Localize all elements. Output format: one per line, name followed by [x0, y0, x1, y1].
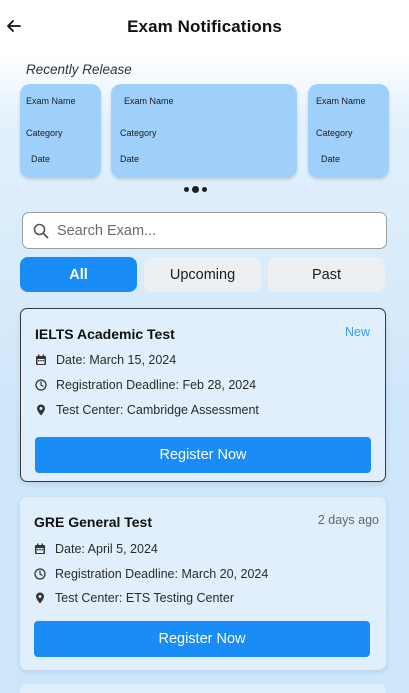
- pagination-dot[interactable]: [202, 187, 207, 192]
- exam-deadline: Registration Deadline: Feb 28, 2024: [56, 378, 257, 392]
- tab-upcoming[interactable]: Upcoming: [144, 257, 261, 292]
- exam-center-row: Test Center: ETS Testing Center: [34, 591, 234, 605]
- exam-date: Date: March 15, 2024: [56, 353, 177, 367]
- posted-time-badge: 2 days ago: [317, 513, 379, 527]
- recent-card-category: Category: [316, 128, 353, 138]
- location-pin-icon: [36, 592, 44, 604]
- search-icon: [33, 223, 49, 238]
- recent-card-date: Date: [31, 154, 51, 164]
- back-button[interactable]: [4, 14, 24, 38]
- exam-card[interactable]: IELTS Academic Test New Date: March 15, …: [20, 308, 386, 482]
- exam-center: Test Center: Cambridge Assessment: [56, 403, 259, 417]
- app-header: Exam Notifications: [0, 0, 409, 54]
- exam-deadline: Registration Deadline: March 20, 2024: [55, 567, 269, 581]
- carousel-pagination[interactable]: [184, 186, 207, 193]
- clock-icon: [34, 568, 46, 580]
- calendar-icon: [36, 354, 46, 365]
- recent-card-name: Exam Name: [124, 96, 174, 106]
- search-bar[interactable]: [22, 212, 387, 249]
- tab-all[interactable]: All: [20, 257, 137, 292]
- recent-card-category: Category: [120, 128, 157, 138]
- page-title: Exam Notifications: [127, 17, 282, 36]
- recent-card[interactable]: Exam Name Category Date: [308, 84, 389, 178]
- exam-card-partial[interactable]: [20, 684, 386, 693]
- pagination-dot[interactable]: [184, 187, 189, 192]
- recent-card-name: Exam Name: [316, 96, 366, 106]
- tab-past[interactable]: Past: [268, 257, 385, 292]
- search-input[interactable]: [57, 222, 357, 239]
- pagination-dot-active[interactable]: [192, 186, 199, 193]
- arrow-left-icon: [7, 20, 21, 32]
- exam-title: GRE General Test: [34, 514, 153, 530]
- recent-card-date: Date: [321, 154, 341, 164]
- new-badge: New: [344, 325, 370, 339]
- calendar-icon: [35, 543, 45, 554]
- exam-date: Date: April 5, 2024: [55, 542, 158, 556]
- exam-title: IELTS Academic Test: [35, 326, 175, 342]
- recent-card[interactable]: Exam Name Category Date: [20, 84, 101, 178]
- recent-carousel[interactable]: Exam Name Category Date Exam Name Catego…: [0, 84, 409, 180]
- exam-center-row: Test Center: Cambridge Assessment: [35, 403, 259, 417]
- exam-date-row: Date: March 15, 2024: [35, 353, 176, 367]
- clock-icon: [35, 379, 47, 391]
- filter-tabs: All Upcoming Past: [20, 257, 386, 293]
- register-now-button[interactable]: Register Now: [35, 437, 371, 473]
- recently-release-label: Recently Release: [26, 62, 132, 77]
- register-now-button[interactable]: Register Now: [34, 621, 370, 657]
- recent-card[interactable]: Exam Name Category Date: [111, 84, 297, 178]
- exam-deadline-row: Registration Deadline: March 20, 2024: [34, 567, 268, 581]
- exam-center: Test Center: ETS Testing Center: [55, 591, 235, 605]
- recent-card-name: Exam Name: [26, 96, 76, 106]
- location-pin-icon: [37, 404, 45, 416]
- exam-date-row: Date: April 5, 2024: [34, 542, 158, 556]
- exam-card[interactable]: GRE General Test 2 days ago Date: April …: [20, 497, 386, 670]
- recent-card-category: Category: [26, 128, 63, 138]
- recent-card-date: Date: [120, 154, 140, 164]
- exam-deadline-row: Registration Deadline: Feb 28, 2024: [35, 378, 256, 392]
